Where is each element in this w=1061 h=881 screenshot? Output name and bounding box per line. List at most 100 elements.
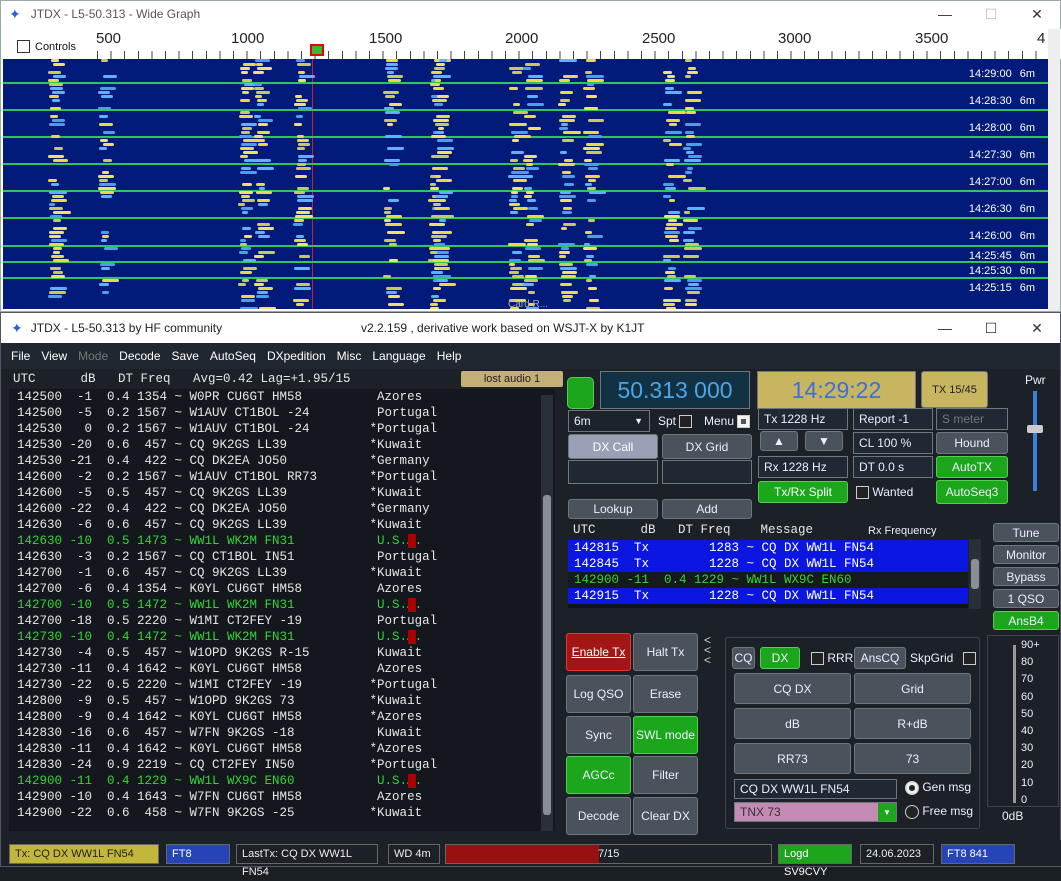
menu-help[interactable]: Help <box>437 349 462 363</box>
rx-row[interactable]: 142900 -11 0.4 1229 ~ WW1L WX9C EN60 <box>568 572 968 588</box>
close-button[interactable]: ✕ <box>1014 1 1060 27</box>
dx-grid-input[interactable] <box>662 460 752 484</box>
tx-frequency-input[interactable]: Tx 1228 Hz <box>758 408 848 430</box>
decode-row[interactable]: 142700 -18 0.5 2220 ~ W1MI CT2FEY -19 Po… <box>9 613 555 629</box>
decode-row[interactable]: 142530 -21 0.4 422 ~ CQ DK2EA JO50 *Germ… <box>9 453 555 469</box>
hound-button[interactable]: Hound <box>936 432 1008 454</box>
band-activity-list[interactable]: 142500 -1 0.4 1354 ~ W0PR CU6GT HM58 Azo… <box>9 389 555 831</box>
decode-row[interactable]: 142800 -9 0.4 1642 ~ K0YL CU6GT HM58 *Az… <box>9 709 555 725</box>
frequency-ruler[interactable]: Controls 500 1000 1500 2000 2500 3000 35… <box>1 29 1061 59</box>
decode-button[interactable]: Decode <box>566 797 631 835</box>
menu-checkbox[interactable] <box>737 415 751 429</box>
rx-row[interactable]: 142915 Tx 1228 ~ CQ DX WW1L FN54 <box>568 588 968 604</box>
decode-row[interactable]: 142730 -10 0.4 1472 ~ WW1L WK2M FN31 U.S… <box>9 629 555 645</box>
decode-row[interactable]: 142900 -11 0.4 1229 ~ WW1L WX9C EN60 U.S… <box>9 773 555 789</box>
halt-tx-button[interactable]: Halt Tx <box>633 633 698 671</box>
maximize-button[interactable]: ☐ <box>968 1 1014 27</box>
decode-row[interactable]: 142530 0 0.2 1567 ~ W1AUV CT1BOL -24 *Po… <box>9 421 555 437</box>
decode-row[interactable]: 142630 -6 0.6 457 ~ CQ 9K2GS LL39 *Kuwai… <box>9 517 555 533</box>
spt-checkbox[interactable] <box>679 415 693 429</box>
decode-row[interactable]: 142730 -4 0.5 457 ~ W1OPD 9K2GS R-15 Kuw… <box>9 645 555 661</box>
dx-call-button[interactable]: DX Call <box>568 434 658 459</box>
power-slider-handle[interactable] <box>1027 425 1043 433</box>
one-qso-button[interactable]: 1 QSO <box>993 589 1059 608</box>
gen-msg-radio[interactable]: Gen msg <box>905 780 971 795</box>
grid-button[interactable]: Grid <box>854 673 971 704</box>
menu-save[interactable]: Save <box>172 349 199 363</box>
skpgrid-checkbox[interactable]: SkpGrid <box>910 651 976 666</box>
dx-button[interactable]: DX <box>760 647 800 669</box>
dx-grid-button[interactable]: DX Grid <box>662 434 752 459</box>
anscq-button[interactable]: AnsCQ <box>854 647 906 669</box>
dx-call-input[interactable] <box>568 460 658 484</box>
menu-autoseq[interactable]: AutoSeq <box>210 349 256 363</box>
wanted-box[interactable] <box>856 486 869 500</box>
waterfall-display[interactable]: 14:29:00 6m 14:28:30 6m 14:28:00 6m 14:27:30 6m… <box>3 59 1049 309</box>
rx-frequency-input[interactable]: Rx 1228 Hz <box>758 456 848 478</box>
rx-list-scrollbar[interactable] <box>969 539 981 609</box>
decode-row[interactable]: 142900 -10 0.4 1643 ~ W7FN CU6GT HM58 Az… <box>9 789 555 805</box>
autotx-button[interactable]: AutoTX <box>936 456 1008 478</box>
monitor-button[interactable]: Monitor <box>993 545 1059 564</box>
enable-tx-button[interactable]: Enable Tx <box>566 633 631 671</box>
band-activity-scrollbar[interactable] <box>541 395 553 831</box>
tx-rx-split-button[interactable]: Tx/Rx Split <box>758 481 848 503</box>
rx-row[interactable]: 142845 Tx 1228 ~ CQ DX WW1L FN54 <box>568 556 968 572</box>
free-msg-radio[interactable]: Free msg <box>905 804 973 819</box>
73-button[interactable]: 73 <box>854 743 971 774</box>
power-slider[interactable] <box>1033 391 1037 491</box>
decode-row[interactable]: 142530 -20 0.6 457 ~ CQ 9K2GS LL39 *Kuwa… <box>9 437 555 453</box>
clear-dx-button[interactable]: Clear DX <box>633 797 698 835</box>
tx-period-button[interactable]: TX 15/45 <box>921 371 988 408</box>
filter-button[interactable]: Filter <box>633 756 698 794</box>
decode-row[interactable]: 142500 -5 0.2 1567 ~ W1AUV CT1BOL -24 Po… <box>9 405 555 421</box>
bypass-button[interactable]: Bypass <box>993 567 1059 586</box>
decode-row[interactable]: 142730 -22 0.5 2220 ~ W1MI CT2FEY -19 *P… <box>9 677 555 693</box>
swl-mode-button[interactable]: SWL mode <box>633 716 698 754</box>
minimize-button[interactable]: — <box>922 1 968 27</box>
cl-spinbox[interactable]: CL 100 % <box>853 432 933 454</box>
menu-view[interactable]: View <box>41 349 67 363</box>
decode-row[interactable]: 142800 -9 0.5 457 ~ W1OPD 9K2GS 73 *Kuwa… <box>9 693 555 709</box>
decode-row[interactable]: 142630 -10 0.5 1473 ~ WW1L WK2M FN31 U.S… <box>9 533 555 549</box>
sync-button[interactable]: Sync <box>566 716 631 754</box>
band-select[interactable]: 6m ▼ <box>568 410 650 432</box>
r-db-button[interactable]: R+dB <box>854 708 971 739</box>
controls-checkbox[interactable]: Controls <box>17 40 76 53</box>
cq-button[interactable]: CQ <box>732 647 755 669</box>
decode-row[interactable]: 142900 -22 0.6 458 ~ W7FN 9K2GS -25 *Kuw… <box>9 805 555 821</box>
decode-row[interactable]: 142700 -10 0.5 1472 ~ WW1L WK2M FN31 U.S… <box>9 597 555 613</box>
decode-row[interactable]: 142830 -16 0.6 457 ~ W7FN 9K2GS -18 Kuwa… <box>9 725 555 741</box>
arrow-up-button[interactable]: ▲ <box>760 431 798 451</box>
add-button[interactable]: Add <box>662 499 752 519</box>
db-button[interactable]: dB <box>734 708 851 739</box>
agcc-button[interactable]: AGCc <box>566 756 631 794</box>
decode-row[interactable]: 142600 -5 0.5 457 ~ CQ 9K2GS LL39 *Kuwai… <box>9 485 555 501</box>
free-message-select[interactable]: TNX 73 ▼ <box>734 802 897 822</box>
menu-mode[interactable]: Mode <box>78 349 108 363</box>
decode-row[interactable]: 142730 -11 0.4 1642 ~ K0YL CU6GT HM58 Az… <box>9 661 555 677</box>
ansb4-button[interactable]: AnsB4 <box>993 611 1059 630</box>
decode-row[interactable]: 142630 -3 0.2 1567 ~ CQ CT1BOL IN51 Port… <box>9 549 555 565</box>
menu-misc[interactable]: Misc <box>337 349 362 363</box>
tx-frequency-marker[interactable] <box>310 44 324 56</box>
arrow-down-button[interactable]: ▼ <box>805 431 843 451</box>
log-qso-button[interactable]: Log QSO <box>566 675 631 713</box>
rr73-button[interactable]: RR73 <box>734 743 851 774</box>
report-spinbox[interactable]: Report -1 <box>853 408 933 430</box>
wide-graph-scrollbar[interactable] <box>1048 29 1060 311</box>
menu-file[interactable]: File <box>11 349 30 363</box>
close-button[interactable]: ✕ <box>1014 313 1060 343</box>
decode-row[interactable]: 142830 -24 0.9 2219 ~ CQ CT2FEY IN50 *Po… <box>9 757 555 773</box>
menu-decode[interactable]: Decode <box>119 349 160 363</box>
decode-row[interactable]: 142600 -2 0.2 1567 ~ W1AUV CT1BOL RR73 *… <box>9 469 555 485</box>
decode-row[interactable]: 142700 -6 0.4 1354 ~ K0YL CU6GT HM58 Azo… <box>9 581 555 597</box>
dt-spinbox[interactable]: DT 0.0 s <box>853 456 933 478</box>
decode-row[interactable]: 142830 -11 0.4 1642 ~ K0YL CU6GT HM58 *A… <box>9 741 555 757</box>
maximize-button[interactable]: ☐ <box>968 313 1014 343</box>
tx-message-input[interactable]: CQ DX WW1L FN54 <box>734 779 897 799</box>
rx-frequency-list[interactable]: 142815 Tx 1283 ~ CQ DX WW1L FN54 142845 T… <box>568 540 968 608</box>
autoseq3-button[interactable]: AutoSeq3 <box>936 480 1008 504</box>
wanted-checkbox[interactable]: Wanted <box>856 485 913 500</box>
menu-language[interactable]: Language <box>372 349 425 363</box>
